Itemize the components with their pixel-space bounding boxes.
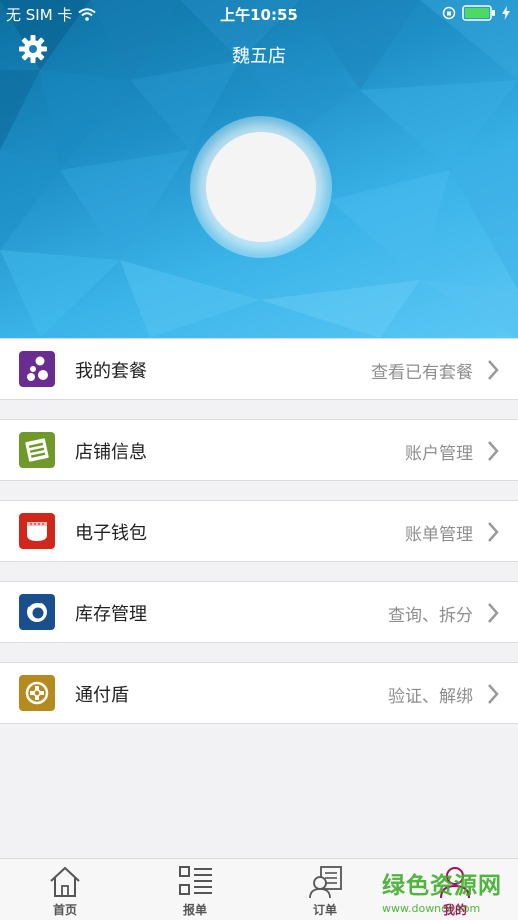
menu-item-detail: 账单管理 bbox=[405, 525, 473, 545]
menu-item-detail: 账户管理 bbox=[405, 444, 473, 464]
tab-home[interactable]: 首页 bbox=[25, 859, 105, 920]
menu-item-detail: 查询、拆分 bbox=[388, 606, 473, 626]
tab-order[interactable]: 订单 bbox=[285, 859, 365, 920]
tab-home-label: 首页 bbox=[52, 903, 77, 917]
menu-item-label: 库存管理 bbox=[75, 604, 147, 625]
menu-item-detail: 查看已有套餐 bbox=[371, 363, 473, 383]
menu-item-detail: 验证、解绑 bbox=[388, 687, 473, 707]
menu-item-store-info[interactable]: 店铺信息 账户管理 bbox=[0, 419, 518, 481]
tab-report-label: 报单 bbox=[182, 903, 207, 917]
status-right bbox=[442, 5, 510, 21]
charging-icon bbox=[502, 6, 510, 20]
orientation-lock-icon bbox=[442, 6, 456, 20]
chevron-right-icon bbox=[488, 684, 499, 704]
report-icon bbox=[179, 866, 212, 895]
status-time: 上午10:55 bbox=[220, 6, 298, 24]
menu-item-wallet[interactable]: 电子钱包 账单管理 bbox=[0, 500, 518, 562]
chevron-right-icon bbox=[488, 603, 499, 623]
watermark: 绿色资源网 www.downcc.com bbox=[382, 866, 512, 916]
tab-report[interactable]: 报单 bbox=[155, 859, 235, 920]
menu-item-inventory[interactable]: 库存管理 查询、拆分 bbox=[0, 581, 518, 643]
order-icon bbox=[309, 866, 342, 899]
watermark-text: 绿色资源网 bbox=[382, 873, 502, 899]
shield-icon bbox=[19, 675, 55, 711]
tab-order-label: 订单 bbox=[312, 903, 337, 917]
battery-icon bbox=[462, 5, 495, 21]
store-info-icon bbox=[19, 432, 55, 468]
wallet-icon bbox=[19, 513, 55, 549]
status-bar: 无 SIM 卡 上午10:55 bbox=[0, 0, 518, 26]
menu-item-label: 店铺信息 bbox=[75, 442, 147, 463]
chevron-right-icon bbox=[488, 522, 499, 542]
watermark-url: www.downcc.com bbox=[382, 902, 481, 915]
menu-item-package[interactable]: 我的套餐 查看已有套餐 bbox=[0, 338, 518, 400]
menu-item-label: 电子钱包 bbox=[75, 523, 147, 544]
chevron-right-icon bbox=[488, 360, 499, 380]
inventory-icon bbox=[19, 594, 55, 630]
menu-item-label: 我的套餐 bbox=[75, 361, 147, 382]
menu-item-label: 通付盾 bbox=[75, 685, 129, 706]
avatar[interactable] bbox=[206, 132, 316, 242]
store-name: 魏五店 bbox=[232, 46, 286, 67]
home-icon bbox=[50, 866, 80, 897]
package-icon bbox=[19, 351, 55, 387]
chevron-right-icon bbox=[488, 441, 499, 461]
profile-header: 无 SIM 卡 上午10:55 魏五店 bbox=[0, 0, 518, 338]
menu-item-shield[interactable]: 通付盾 验证、解绑 bbox=[0, 662, 518, 724]
